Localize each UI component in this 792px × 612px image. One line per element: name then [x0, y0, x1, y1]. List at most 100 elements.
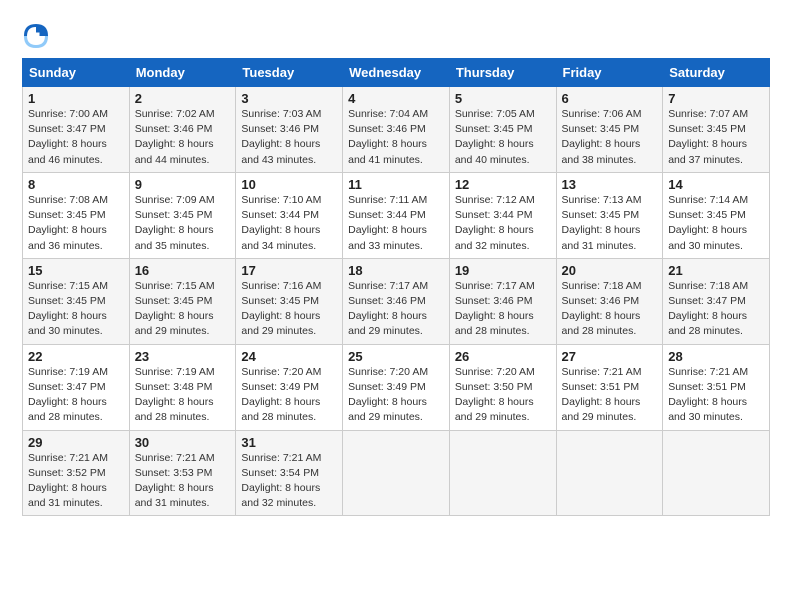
day-number: 23 [135, 349, 231, 364]
calendar-cell: 16Sunrise: 7:15 AMSunset: 3:45 PMDayligh… [129, 258, 236, 344]
day-number: 13 [562, 177, 658, 192]
calendar-cell: 20 Sunrise: 7:18 AMSunset: 3:46 PMDayligh… [556, 258, 663, 344]
calendar-cell: 13 Sunrise: 7:13 AMSunset: 3:45 PMDayligh… [556, 172, 663, 258]
day-number: 21 [668, 263, 764, 278]
calendar-cell: 26 Sunrise: 7:20 AMSunset: 3:50 PMDayligh… [449, 344, 556, 430]
day-number: 27 [562, 349, 658, 364]
calendar-cell: 21 Sunrise: 7:18 AMSunset: 3:47 PMDayligh… [663, 258, 770, 344]
day-info: Sunrise: 7:12 AMSunset: 3:44 PMDaylight:… [455, 194, 535, 252]
day-number: 4 [348, 91, 444, 106]
day-info: Sunrise: 7:14 AMSunset: 3:45 PMDaylight:… [668, 194, 748, 252]
day-number: 25 [348, 349, 444, 364]
calendar-cell: 17Sunrise: 7:16 AMSunset: 3:45 PMDayligh… [236, 258, 343, 344]
day-number: 19 [455, 263, 551, 278]
col-header-thursday: Thursday [449, 59, 556, 87]
calendar-header-row: SundayMondayTuesdayWednesdayThursdayFrid… [23, 59, 770, 87]
col-header-wednesday: Wednesday [343, 59, 450, 87]
calendar-cell: 9 Sunrise: 7:09 AMSunset: 3:45 PMDaylight… [129, 172, 236, 258]
day-info: Sunrise: 7:21 AMSunset: 3:52 PMDaylight:… [28, 452, 108, 510]
calendar-cell: 1 Sunrise: 7:00 AMSunset: 3:47 PMDaylight… [23, 87, 130, 173]
calendar-cell: 18 Sunrise: 7:17 AMSunset: 3:46 PMDayligh… [343, 258, 450, 344]
day-info: Sunrise: 7:20 AMSunset: 3:49 PMDaylight:… [241, 366, 321, 424]
day-info: Sunrise: 7:11 AMSunset: 3:44 PMDaylight:… [348, 194, 427, 252]
day-info: Sunrise: 7:17 AMSunset: 3:46 PMDaylight:… [348, 280, 428, 338]
calendar-week-1: 1 Sunrise: 7:00 AMSunset: 3:47 PMDaylight… [23, 87, 770, 173]
day-number: 18 [348, 263, 444, 278]
calendar-cell: 27 Sunrise: 7:21 AMSunset: 3:51 PMDayligh… [556, 344, 663, 430]
calendar-cell [449, 430, 556, 516]
calendar-cell: 30 Sunrise: 7:21 AMSunset: 3:53 PMDayligh… [129, 430, 236, 516]
calendar-cell [663, 430, 770, 516]
calendar-week-2: 8Sunrise: 7:08 AMSunset: 3:45 PMDaylight… [23, 172, 770, 258]
day-number: 20 [562, 263, 658, 278]
calendar-cell: 4Sunrise: 7:04 AMSunset: 3:46 PMDaylight… [343, 87, 450, 173]
day-info: Sunrise: 7:13 AMSunset: 3:45 PMDaylight:… [562, 194, 642, 252]
day-info: Sunrise: 7:05 AMSunset: 3:45 PMDaylight:… [455, 108, 535, 166]
day-number: 9 [135, 177, 231, 192]
day-number: 22 [28, 349, 124, 364]
day-info: Sunrise: 7:00 AMSunset: 3:47 PMDaylight:… [28, 108, 108, 166]
calendar-cell [556, 430, 663, 516]
calendar-cell: 29 Sunrise: 7:21 AMSunset: 3:52 PMDayligh… [23, 430, 130, 516]
calendar-cell: 10 Sunrise: 7:10 AMSunset: 3:44 PMDayligh… [236, 172, 343, 258]
calendar-cell: 5 Sunrise: 7:05 AMSunset: 3:45 PMDaylight… [449, 87, 556, 173]
calendar-cell: 23 Sunrise: 7:19 AMSunset: 3:48 PMDayligh… [129, 344, 236, 430]
day-number: 17 [241, 263, 337, 278]
calendar-cell: 14 Sunrise: 7:14 AMSunset: 3:45 PMDayligh… [663, 172, 770, 258]
day-info: Sunrise: 7:19 AMSunset: 3:48 PMDaylight:… [135, 366, 215, 424]
day-number: 31 [241, 435, 337, 450]
day-number: 26 [455, 349, 551, 364]
day-number: 1 [28, 91, 124, 106]
day-info: Sunrise: 7:10 AMSunset: 3:44 PMDaylight:… [241, 194, 321, 252]
day-number: 7 [668, 91, 764, 106]
day-info: Sunrise: 7:18 AMSunset: 3:47 PMDaylight:… [668, 280, 748, 338]
day-info: Sunrise: 7:06 AMSunset: 3:45 PMDaylight:… [562, 108, 642, 166]
calendar-cell: 19 Sunrise: 7:17 AMSunset: 3:46 PMDayligh… [449, 258, 556, 344]
day-info: Sunrise: 7:20 AMSunset: 3:50 PMDaylight:… [455, 366, 535, 424]
calendar-cell: 11Sunrise: 7:11 AMSunset: 3:44 PMDayligh… [343, 172, 450, 258]
calendar-cell: 8Sunrise: 7:08 AMSunset: 3:45 PMDaylight… [23, 172, 130, 258]
col-header-monday: Monday [129, 59, 236, 87]
calendar-cell: 6 Sunrise: 7:06 AMSunset: 3:45 PMDaylight… [556, 87, 663, 173]
day-info: Sunrise: 7:21 AMSunset: 3:53 PMDaylight:… [135, 452, 215, 510]
day-info: Sunrise: 7:18 AMSunset: 3:46 PMDaylight:… [562, 280, 642, 338]
day-number: 6 [562, 91, 658, 106]
calendar-cell: 15 Sunrise: 7:15 AMSunset: 3:45 PMDayligh… [23, 258, 130, 344]
day-info: Sunrise: 7:07 AMSunset: 3:45 PMDaylight:… [668, 108, 748, 166]
day-number: 14 [668, 177, 764, 192]
day-info: Sunrise: 7:03 AMSunset: 3:46 PMDaylight:… [241, 108, 321, 166]
day-number: 2 [135, 91, 231, 106]
calendar-cell: 3Sunrise: 7:03 AMSunset: 3:46 PMDaylight… [236, 87, 343, 173]
day-info: Sunrise: 7:15 AMSunset: 3:45 PMDaylight:… [28, 280, 108, 338]
calendar-week-4: 22 Sunrise: 7:19 AMSunset: 3:47 PMDayligh… [23, 344, 770, 430]
day-info: Sunrise: 7:09 AMSunset: 3:45 PMDaylight:… [135, 194, 215, 252]
day-info: Sunrise: 7:17 AMSunset: 3:46 PMDaylight:… [455, 280, 535, 338]
calendar-week-3: 15 Sunrise: 7:15 AMSunset: 3:45 PMDayligh… [23, 258, 770, 344]
day-number: 5 [455, 91, 551, 106]
calendar-table: SundayMondayTuesdayWednesdayThursdayFrid… [22, 58, 770, 516]
col-header-friday: Friday [556, 59, 663, 87]
calendar-cell: 28Sunrise: 7:21 AMSunset: 3:51 PMDayligh… [663, 344, 770, 430]
calendar-cell: 22 Sunrise: 7:19 AMSunset: 3:47 PMDayligh… [23, 344, 130, 430]
calendar-cell: 7 Sunrise: 7:07 AMSunset: 3:45 PMDaylight… [663, 87, 770, 173]
calendar-cell: 12Sunrise: 7:12 AMSunset: 3:44 PMDayligh… [449, 172, 556, 258]
day-number: 15 [28, 263, 124, 278]
calendar-cell [343, 430, 450, 516]
day-number: 24 [241, 349, 337, 364]
day-number: 10 [241, 177, 337, 192]
day-number: 29 [28, 435, 124, 450]
day-info: Sunrise: 7:21 AMSunset: 3:51 PMDaylight:… [562, 366, 642, 424]
logo-icon [22, 22, 50, 50]
logo [22, 22, 54, 50]
col-header-sunday: Sunday [23, 59, 130, 87]
day-number: 16 [135, 263, 231, 278]
col-header-saturday: Saturday [663, 59, 770, 87]
day-info: Sunrise: 7:02 AMSunset: 3:46 PMDaylight:… [135, 108, 215, 166]
day-number: 8 [28, 177, 124, 192]
day-number: 30 [135, 435, 231, 450]
day-info: Sunrise: 7:21 AMSunset: 3:54 PMDaylight:… [241, 452, 321, 510]
col-header-tuesday: Tuesday [236, 59, 343, 87]
day-info: Sunrise: 7:19 AMSunset: 3:47 PMDaylight:… [28, 366, 108, 424]
calendar-cell: 2 Sunrise: 7:02 AMSunset: 3:46 PMDaylight… [129, 87, 236, 173]
day-info: Sunrise: 7:21 AMSunset: 3:51 PMDaylight:… [668, 366, 748, 424]
